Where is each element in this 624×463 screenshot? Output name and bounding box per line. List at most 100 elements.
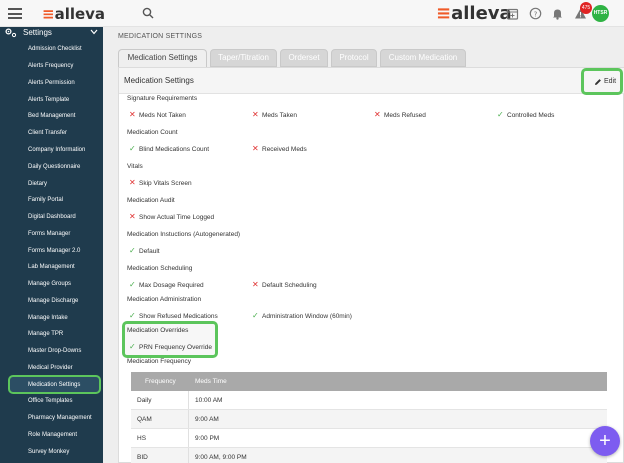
card-header: Medication Settings — [119, 68, 624, 94]
table-cell-frequency: HS — [131, 429, 189, 447]
table-row[interactable]: Daily 10:00 AM — [131, 391, 607, 410]
table-cell-meds-time: 9:00 AM, 9:00 PM — [195, 453, 247, 461]
calendar-add-icon[interactable] — [506, 7, 519, 20]
pencil-icon — [595, 79, 601, 85]
sidebar-item-digital-dashboard[interactable]: Digital Dashboard — [28, 214, 76, 220]
cross-icon: ✕ — [374, 110, 381, 119]
table-cell-frequency: BID — [131, 448, 189, 463]
card-title: Medication Settings — [124, 76, 194, 85]
option-meds-taken: ✕ Meds Taken — [252, 110, 297, 119]
check-icon: ✓ — [129, 342, 136, 351]
tab-taper-titration[interactable]: Taper/Titration — [210, 49, 277, 67]
check-icon: ✓ — [129, 311, 136, 320]
section-medication-administration: Medication Administration — [127, 296, 202, 303]
sidebar-item-family-portal[interactable]: Family Portal — [28, 197, 63, 203]
column-header-meds-time: Meds Time — [195, 378, 227, 385]
cross-icon: ✕ — [252, 144, 259, 153]
section-signature-requirements: Signature Requirements — [127, 95, 198, 102]
page-title: MEDICATION SETTINGS — [118, 33, 203, 40]
cross-icon: ✕ — [129, 110, 136, 119]
sidebar-item-admission-checklist[interactable]: Admission Checklist — [28, 46, 82, 52]
section-vitals: Vitals — [127, 163, 143, 170]
top-bar: ≡ alleva ≡ alleva ? 475 HTSR — [0, 0, 624, 27]
cross-icon: ✕ — [129, 178, 136, 187]
section-medication-count: Medication Count — [127, 129, 178, 136]
menu-icon[interactable] — [8, 8, 22, 19]
tab-orderset[interactable]: Orderset — [280, 49, 328, 67]
chevron-down-icon — [90, 29, 98, 35]
option-blind-medications-count: ✓ Blind Medications Count — [129, 144, 210, 153]
section-medication-scheduling: Medication Scheduling — [127, 265, 193, 272]
table-cell-meds-time: 10:00 AM — [195, 396, 223, 404]
bell-icon[interactable] — [551, 7, 564, 20]
option-default-scheduling: ✕ Default Scheduling — [252, 280, 317, 289]
sidebar-section-label: Settings — [23, 28, 52, 37]
sidebar-item-dietary[interactable]: Dietary — [28, 181, 47, 187]
option-meds-not-taken: ✕ Meds Not Taken — [129, 110, 186, 119]
option-show-refused-medications: ✓ Show Refused Medications — [129, 311, 218, 320]
sidebar-item-medication-settings[interactable]: Medication Settings — [28, 382, 80, 388]
sidebar-item-office-templates[interactable]: Office Templates — [28, 398, 72, 404]
logo-mark-icon: ≡ — [42, 5, 55, 23]
sidebar-item-manage-intake[interactable]: Manage Intake — [28, 315, 68, 321]
check-icon: ✓ — [129, 246, 136, 255]
sidebar-item-medical-provider[interactable]: Medical Provider — [28, 365, 73, 371]
section-medication-frequency: Medication Frequency — [127, 358, 191, 365]
option-prn-frequency-override: ✓ PRN Frequency Override — [129, 342, 212, 351]
section-medication-overrides: Medication Overrides — [127, 327, 189, 334]
cross-icon: ✕ — [252, 110, 259, 119]
svg-text:?: ? — [534, 10, 538, 18]
sidebar-item-pharmacy-management[interactable]: Pharmacy Management — [28, 415, 92, 421]
sidebar-item-alerts-frequency[interactable]: Alerts Frequency — [28, 63, 73, 69]
sidebar-item-survey-monkey[interactable]: Survey Monkey — [28, 449, 69, 455]
edit-button[interactable]: Edit — [581, 68, 623, 95]
column-header-frequency: Frequency — [145, 378, 176, 385]
tab-medication-settings[interactable]: Medication Settings — [118, 49, 207, 67]
option-received-meds: ✕ Received Meds — [252, 144, 307, 153]
tab-protocol[interactable]: Protocol — [331, 49, 377, 67]
sidebar-item-manage-groups[interactable]: Manage Groups — [28, 281, 71, 287]
logo-left: ≡ alleva — [42, 5, 106, 23]
sidebar-item-client-transfer[interactable]: Client Transfer — [28, 130, 67, 136]
sidebar-item-manage-discharge[interactable]: Manage Discharge — [28, 298, 78, 304]
option-administration-window: ✓ Administration Window (60min) — [252, 311, 352, 320]
avatar[interactable]: HTSR — [592, 5, 609, 22]
frequency-table: Frequency Meds Time Daily 10:00 AM QAM 9… — [131, 372, 607, 463]
cross-icon: ✕ — [129, 212, 136, 221]
tab-custom-medication[interactable]: Custom Medication — [380, 49, 466, 67]
table-cell-meds-time: 9:00 PM — [195, 434, 220, 442]
section-medication-audit: Medication Audit — [127, 197, 175, 204]
table-header: Frequency Meds Time — [131, 372, 607, 391]
search-icon[interactable] — [142, 7, 154, 19]
sidebar-item-alerts-permission[interactable]: Alerts Permission — [28, 80, 75, 86]
sidebar-item-forms-manager[interactable]: Forms Manager — [28, 231, 70, 237]
sidebar-item-forms-manager-2[interactable]: Forms Manager 2.0 — [28, 248, 80, 254]
table-row[interactable]: BID 9:00 AM, 9:00 PM — [131, 448, 607, 463]
sidebar-item-manage-tpr[interactable]: Manage TPR — [28, 331, 63, 337]
table-cell-frequency: QAM — [131, 410, 189, 428]
sidebar-item-bed-management[interactable]: Bed Management — [28, 113, 75, 119]
option-show-actual-time-logged: ✕ Show Actual Time Logged — [129, 212, 215, 221]
table-cell-frequency: Daily — [131, 391, 189, 409]
add-button[interactable]: + — [590, 426, 620, 456]
check-icon: ✓ — [252, 311, 259, 320]
option-default: ✓ Default — [129, 246, 160, 255]
help-icon[interactable]: ? — [529, 7, 542, 20]
table-row[interactable]: HS 9:00 PM — [131, 429, 607, 448]
sidebar-item-role-management[interactable]: Role Management — [28, 432, 77, 438]
sidebar-item-company-information[interactable]: Company Information — [28, 147, 85, 153]
option-skip-vitals-screen: ✕ Skip Vitals Screen — [129, 178, 192, 187]
gear-icon — [5, 28, 17, 38]
option-meds-refused: ✕ Meds Refused — [374, 110, 426, 119]
edit-button-label: Edit — [604, 78, 617, 85]
sidebar-item-lab-management[interactable]: Lab Management — [28, 264, 75, 270]
main-content: MEDICATION SETTINGS Medication Settings … — [103, 27, 624, 463]
sidebar-section-settings[interactable]: Settings — [0, 27, 103, 41]
settings-card: Medication Settings Edit Signature Requi… — [118, 67, 624, 463]
sidebar: Settings Admission Checklist Alerts Freq… — [0, 27, 103, 463]
section-medication-instructions: Medication Instuctions (Autogenerated) — [127, 231, 241, 238]
table-row[interactable]: QAM 9:00 AM — [131, 410, 607, 429]
sidebar-item-alerts-template[interactable]: Alerts Template — [28, 97, 69, 103]
sidebar-item-daily-questionnaire[interactable]: Daily Questionnaire — [28, 164, 80, 170]
sidebar-item-master-drop-downs[interactable]: Master Drop-Downs — [28, 348, 81, 354]
